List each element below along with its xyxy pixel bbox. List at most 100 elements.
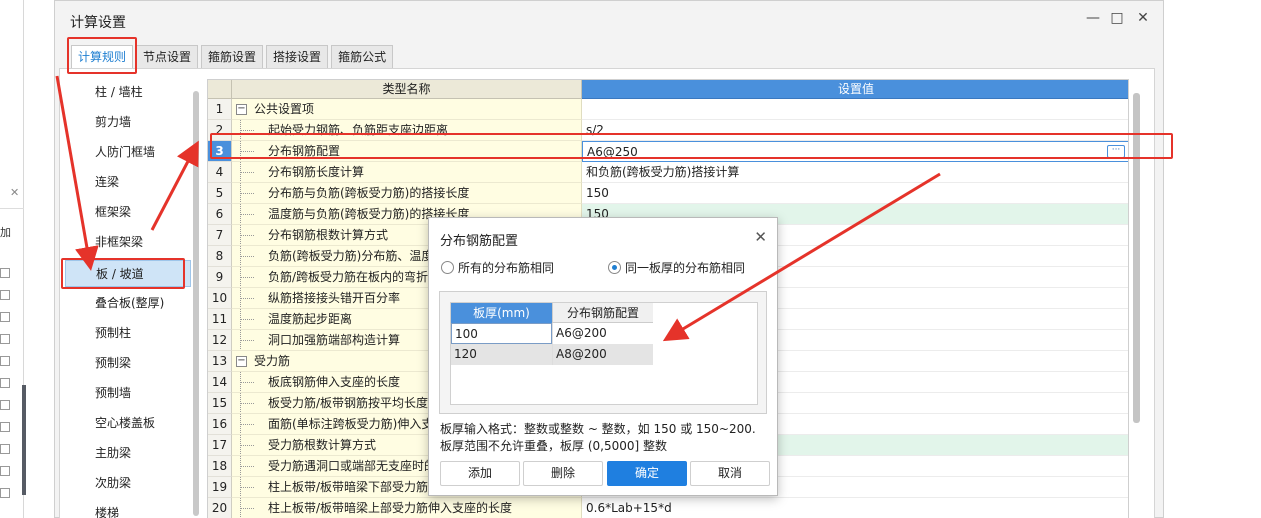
setting-value-cell[interactable]: 150 bbox=[582, 183, 1128, 204]
collapse-icon[interactable]: − bbox=[236, 104, 247, 115]
setting-value-cell[interactable]: 和负筋(跨板受力筋)搭接计算 bbox=[582, 162, 1128, 183]
row-number[interactable]: 12 bbox=[208, 330, 232, 351]
delete-button[interactable]: 删除 bbox=[523, 461, 603, 486]
table-row[interactable]: 1− 公共设置项 bbox=[208, 99, 1128, 120]
checkbox[interactable] bbox=[0, 268, 10, 278]
category-scrollbar[interactable] bbox=[193, 91, 199, 516]
setting-name-cell[interactable]: − 公共设置项 bbox=[232, 99, 582, 120]
checkbox[interactable] bbox=[0, 290, 10, 300]
setting-name: 分布筋与负筋(跨板受力筋)的搭接长度 bbox=[268, 186, 470, 200]
row-number[interactable]: 4 bbox=[208, 162, 232, 183]
row-number[interactable]: 14 bbox=[208, 372, 232, 393]
close-icon[interactable]: ✕ bbox=[1135, 10, 1151, 26]
checkbox[interactable] bbox=[0, 378, 10, 388]
radio-label: 所有的分布筋相同 bbox=[458, 261, 555, 275]
row-number[interactable]: 5 bbox=[208, 183, 232, 204]
add-button[interactable]: 添加 bbox=[440, 461, 520, 486]
thickness-table-frame: 板厚(mm) 分布钢筋配置 100 A6@200 120 A8@200 bbox=[439, 291, 767, 414]
tree-line bbox=[240, 445, 254, 446]
tab-node-settings[interactable]: 节点设置 bbox=[136, 45, 199, 69]
table-row[interactable]: 20 柱上板带/板带暗梁上部受力筋伸入支座的长度 0.6*Lab+15*d bbox=[208, 498, 1128, 518]
category-item[interactable]: 框架梁 bbox=[65, 199, 191, 226]
category-item[interactable]: 主肋梁 bbox=[65, 440, 191, 467]
checkbox[interactable] bbox=[0, 356, 10, 366]
category-item[interactable]: 柱 / 墙柱 bbox=[65, 79, 191, 106]
tree-line bbox=[240, 340, 254, 341]
row-number[interactable]: 7 bbox=[208, 225, 232, 246]
category-item[interactable]: 预制梁 bbox=[65, 350, 191, 377]
category-item[interactable]: 次肋梁 bbox=[65, 470, 191, 497]
maximize-icon[interactable]: □ bbox=[1109, 10, 1125, 26]
checkbox[interactable] bbox=[0, 422, 10, 432]
checkbox[interactable] bbox=[0, 334, 10, 344]
row-number[interactable]: 18 bbox=[208, 456, 232, 477]
column-header-value[interactable]: 设置值 bbox=[582, 80, 1128, 99]
column-header-config[interactable]: 分布钢筋配置 bbox=[552, 303, 653, 323]
setting-name: 负筋/跨板受力筋在板内的弯折长 bbox=[268, 270, 441, 284]
close-icon[interactable]: ✕ bbox=[754, 228, 767, 246]
setting-value-cell[interactable]: 0.6*Lab+15*d bbox=[582, 498, 1128, 518]
cancel-button[interactable]: 取消 bbox=[690, 461, 770, 486]
row-number[interactable]: 13 bbox=[208, 351, 232, 372]
category-item[interactable]: 楼梯 bbox=[65, 500, 191, 518]
checkbox[interactable] bbox=[0, 400, 10, 410]
thickness-cell[interactable]: 100 bbox=[451, 323, 552, 344]
row-number[interactable]: 20 bbox=[208, 498, 232, 518]
checkbox[interactable] bbox=[0, 466, 10, 476]
grid-corner bbox=[208, 80, 232, 99]
config-cell[interactable]: A6@200 bbox=[552, 323, 653, 344]
table-row[interactable]: 4 分布钢筋长度计算 和负筋(跨板受力筋)搭接计算 bbox=[208, 162, 1128, 183]
grid-header: 类型名称 设置值 bbox=[208, 80, 1128, 99]
table-row[interactable]: 5 分布筋与负筋(跨板受力筋)的搭接长度 150 bbox=[208, 183, 1128, 204]
setting-value: 0.6*Lab+15*d bbox=[586, 501, 672, 515]
row-number[interactable]: 11 bbox=[208, 309, 232, 330]
tree-line bbox=[240, 403, 254, 404]
setting-name: 柱上板带/板带暗梁下部受力筋伸 bbox=[268, 480, 441, 494]
setting-name-cell[interactable]: 柱上板带/板带暗梁上部受力筋伸入支座的长度 bbox=[232, 498, 582, 518]
tree-line bbox=[240, 382, 254, 383]
setting-name-cell[interactable]: 分布筋与负筋(跨板受力筋)的搭接长度 bbox=[232, 183, 582, 204]
ok-button[interactable]: 确定 bbox=[607, 461, 687, 486]
row-number[interactable]: 19 bbox=[208, 477, 232, 498]
checkbox[interactable] bbox=[0, 444, 10, 454]
annotation-box bbox=[67, 37, 137, 74]
tree-line bbox=[240, 424, 254, 425]
radio-selected-icon[interactable] bbox=[608, 261, 621, 274]
row-number[interactable]: 15 bbox=[208, 393, 232, 414]
category-item[interactable]: 预制墙 bbox=[65, 380, 191, 407]
row-number[interactable]: 17 bbox=[208, 435, 232, 456]
config-cell[interactable]: A8@200 bbox=[552, 344, 653, 365]
minimize-icon[interactable]: — bbox=[1085, 10, 1101, 26]
row-number[interactable]: 6 bbox=[208, 204, 232, 225]
setting-name: 温度筋起步距离 bbox=[268, 312, 353, 326]
tab-stirrup-formula[interactable]: 箍筋公式 bbox=[331, 45, 394, 69]
row-number[interactable]: 1 bbox=[208, 99, 232, 120]
category-item[interactable]: 空心楼盖板 bbox=[65, 410, 191, 437]
category-item[interactable]: 预制柱 bbox=[65, 320, 191, 347]
tree-line bbox=[240, 298, 254, 299]
thickness-cell[interactable]: 120 bbox=[451, 344, 552, 365]
checkbox[interactable] bbox=[0, 312, 10, 322]
category-item[interactable]: 人防门框墙 bbox=[65, 139, 191, 166]
category-item[interactable]: 非框架梁 bbox=[65, 229, 191, 256]
row-number[interactable]: 9 bbox=[208, 267, 232, 288]
checkbox[interactable] bbox=[0, 488, 10, 498]
setting-value-cell[interactable] bbox=[582, 99, 1128, 120]
setting-name-cell[interactable]: 分布钢筋长度计算 bbox=[232, 162, 582, 183]
row-number[interactable]: 16 bbox=[208, 414, 232, 435]
row-number[interactable]: 10 bbox=[208, 288, 232, 309]
column-header-type[interactable]: 类型名称 bbox=[232, 80, 582, 99]
radio-icon[interactable] bbox=[441, 261, 454, 274]
divider bbox=[0, 208, 24, 209]
category-item[interactable]: 叠合板(整厚) bbox=[65, 290, 191, 317]
setting-name: 板受力筋/板带钢筋按平均长度计 bbox=[268, 396, 441, 410]
column-header-thickness[interactable]: 板厚(mm) bbox=[451, 303, 552, 323]
collapse-icon[interactable]: − bbox=[236, 356, 247, 367]
category-item[interactable]: 连梁 bbox=[65, 169, 191, 196]
setting-name: 纵筋搭接接头错开百分率 bbox=[268, 291, 401, 305]
row-number[interactable]: 8 bbox=[208, 246, 232, 267]
close-icon[interactable]: ✕ bbox=[10, 186, 19, 199]
tab-stirrup-settings[interactable]: 箍筋设置 bbox=[201, 45, 264, 69]
tab-lap-settings[interactable]: 搭接设置 bbox=[266, 45, 329, 69]
category-item[interactable]: 剪力墙 bbox=[65, 109, 191, 136]
